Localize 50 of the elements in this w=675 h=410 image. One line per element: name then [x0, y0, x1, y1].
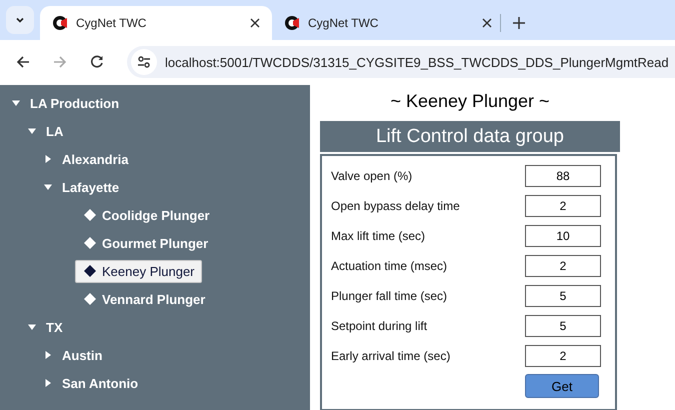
field-label: Valve open (%): [331, 169, 412, 183]
reload-icon[interactable]: [90, 55, 104, 69]
close-icon[interactable]: [482, 18, 492, 28]
logo-icon: [284, 15, 300, 31]
expand-icon[interactable]: [44, 379, 52, 387]
field-label: Setpoint during lift: [331, 319, 428, 333]
field-label: Plunger fall time (sec): [331, 289, 448, 303]
diamond-icon: [84, 209, 96, 221]
input-field[interactable]: 5: [525, 285, 601, 307]
diamond-icon: [84, 265, 96, 277]
input-field[interactable]: 2: [525, 345, 601, 367]
tree-item[interactable]: Keeney Plunger: [75, 260, 202, 282]
input-field[interactable]: 2: [525, 195, 601, 217]
field-label: Max lift time (sec): [331, 229, 426, 243]
tree-item[interactable]: TX: [46, 320, 63, 334]
collapse-icon[interactable]: [28, 323, 36, 331]
back-icon[interactable]: [16, 55, 30, 69]
browser-tab[interactable]: CygNet TWC: [272, 6, 504, 40]
tree-item[interactable]: Coolidge Plunger: [75, 204, 217, 226]
logo-icon: [52, 15, 68, 31]
tree-item[interactable]: LA: [46, 124, 64, 138]
tree-item[interactable]: Vennard Plunger: [75, 288, 212, 310]
address-bar[interactable]: localhost:5001/TWCDDS/31315_CYGSITE9_BSS_TWCDDS_DDS_PlungerMgmtRead: [127, 46, 675, 78]
tree-item[interactable]: Austin: [62, 348, 102, 362]
field-label: Early arrival time (sec): [331, 349, 450, 363]
page-title: ~ Keeney Plunger ~: [389, 91, 551, 113]
collapse-icon[interactable]: [12, 99, 20, 107]
expand-icon[interactable]: [44, 351, 52, 359]
tree-item[interactable]: Gourmet Plunger: [75, 232, 216, 254]
diamond-icon: [84, 293, 96, 305]
input-field[interactable]: 5: [525, 315, 601, 337]
tree-item[interactable]: San Antonio: [62, 376, 138, 390]
new-tab-icon[interactable]: [513, 17, 525, 29]
input-field[interactable]: 10: [525, 225, 601, 247]
diamond-icon: [84, 237, 96, 249]
expand-icon[interactable]: [44, 155, 52, 163]
group-title: Lift Control data group: [320, 121, 620, 152]
site-settings-icon[interactable]: [137, 55, 151, 69]
close-icon[interactable]: [250, 18, 260, 28]
collapse-icon[interactable]: [44, 183, 52, 191]
tree-item[interactable]: Lafayette: [62, 180, 120, 194]
field-label: Actuation time (msec): [331, 259, 448, 273]
input-field[interactable]: 2: [525, 255, 601, 277]
get-button[interactable]: Get: [525, 374, 599, 398]
browser-tab[interactable]: CygNet TWC: [40, 6, 272, 40]
field-label: Open bypass delay time: [331, 199, 460, 213]
tree-item[interactable]: LA Production: [30, 96, 120, 110]
collapse-icon[interactable]: [28, 127, 36, 135]
input-field[interactable]: 88: [525, 165, 601, 187]
tree-item[interactable]: Alexandria: [62, 152, 128, 166]
